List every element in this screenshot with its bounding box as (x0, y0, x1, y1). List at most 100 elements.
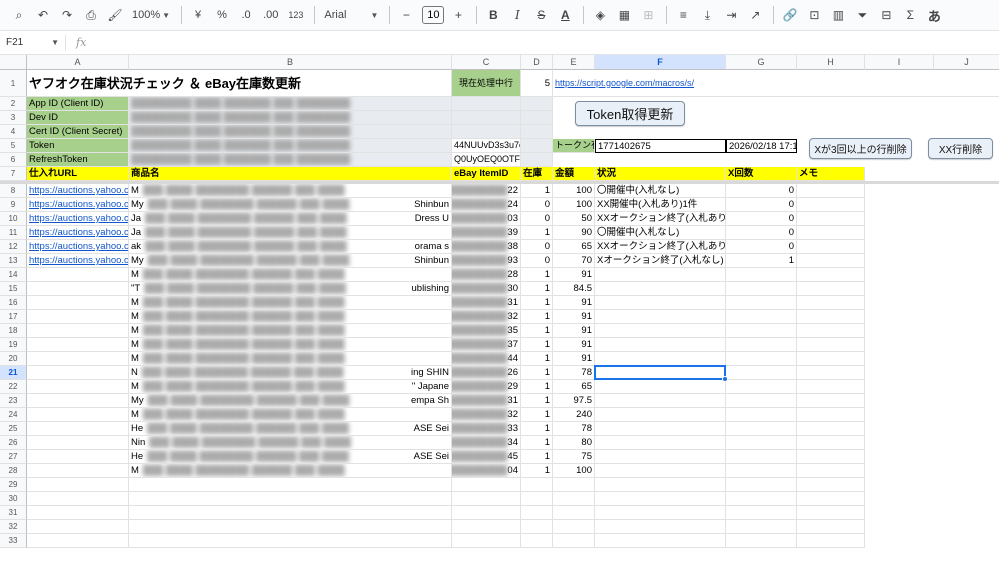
table-cell-memo[interactable] (797, 282, 865, 296)
table-cell-memo[interactable] (797, 184, 865, 198)
table-cell-url[interactable]: https://auctions.yahoo.co (27, 198, 129, 212)
table-cell-stock[interactable]: 1 (521, 422, 553, 436)
row-header-4[interactable]: 4 (0, 125, 27, 139)
table-cell-url[interactable]: https://auctions.yahoo.co (27, 184, 129, 198)
bold-button[interactable]: B (482, 4, 504, 26)
row-header-17[interactable]: 17 (0, 310, 27, 324)
row-header-5[interactable]: 5 (0, 139, 27, 153)
undo-icon[interactable]: ↶ (32, 4, 54, 26)
credential-value[interactable]: █████████ ████ ███████ ███ ████████ (129, 125, 452, 139)
table-cell-price[interactable]: 100 (553, 184, 595, 198)
credential-value-cont[interactable] (521, 111, 553, 125)
table-cell-memo[interactable] (797, 240, 865, 254)
credential-label[interactable]: App ID (Client ID) (27, 97, 129, 111)
insert-chart-icon[interactable]: ▥ (827, 4, 849, 26)
table-cell-status[interactable] (595, 296, 726, 310)
insert-comment-icon[interactable]: ⊡ (803, 4, 825, 26)
empty-cell[interactable] (595, 478, 726, 492)
table-cell-status[interactable] (595, 450, 726, 464)
delete-xx-rows-button[interactable]: XX行削除 (928, 138, 993, 159)
table-cell-stock[interactable]: 1 (521, 408, 553, 422)
table-cell-price[interactable]: 78 (553, 422, 595, 436)
table-cell-itemid[interactable]: ██████████04 (452, 464, 521, 478)
table-cell-memo[interactable] (797, 310, 865, 324)
table-cell-stock[interactable]: 0 (521, 254, 553, 268)
table-cell-xcount[interactable] (726, 422, 797, 436)
table-cell-itemid[interactable]: ██████████93 (452, 254, 521, 268)
table-cell-memo[interactable] (797, 226, 865, 240)
table-cell-itemid[interactable]: ██████████26 (452, 366, 521, 380)
table-cell-price[interactable]: 91 (553, 324, 595, 338)
column-header-i[interactable]: I (865, 55, 934, 70)
table-cell-xcount[interactable] (726, 408, 797, 422)
table-cell-name[interactable]: My ███ ████ ████████ ██████ ███ ████ Shinb… (129, 254, 452, 268)
table-cell-itemid[interactable]: ██████████37 (452, 338, 521, 352)
table-cell-memo[interactable] (797, 338, 865, 352)
row-header-16[interactable]: 16 (0, 296, 27, 310)
italic-button[interactable]: I (506, 4, 528, 26)
table-cell-itemid[interactable]: ██████████03 (452, 212, 521, 226)
table-cell-price[interactable]: 50 (553, 212, 595, 226)
table-cell-itemid[interactable]: ██████████44 (452, 352, 521, 366)
empty-cell[interactable] (27, 534, 129, 548)
table-cell-stock[interactable]: 1 (521, 226, 553, 240)
table-cell-url[interactable] (27, 282, 129, 296)
credential-value-cont[interactable] (521, 97, 553, 111)
row-header-8[interactable]: 8 (0, 184, 27, 198)
empty-cell[interactable] (452, 492, 521, 506)
token-period-value[interactable]: 1771402675 (595, 139, 726, 153)
table-cell-memo[interactable] (797, 408, 865, 422)
table-cell-stock[interactable]: 1 (521, 268, 553, 282)
table-cell-url[interactable] (27, 366, 129, 380)
table-cell-name[interactable]: "T ███ ████ ████████ ██████ ███ ████ ublis… (129, 282, 452, 296)
table-cell-url[interactable] (27, 324, 129, 338)
credential-value[interactable]: █████████ ████ ███████ ███ ████████ (129, 139, 452, 153)
row-header-7[interactable]: 7 (0, 167, 27, 181)
column-header-e[interactable]: E (553, 55, 595, 70)
table-cell-name[interactable]: Ja ███ ████ ████████ ██████ ███ ████ (129, 226, 452, 240)
table-cell-stock[interactable]: 0 (521, 212, 553, 226)
table-cell-url[interactable] (27, 296, 129, 310)
table-cell-url[interactable] (27, 408, 129, 422)
table-cell-name[interactable]: M ███ ████ ████████ ██████ ███ ████ (129, 352, 452, 366)
empty-cell[interactable] (797, 534, 865, 548)
table-cell-stock[interactable]: 0 (521, 198, 553, 212)
table-cell-status[interactable]: XX開催中(入札あり)1件 (595, 198, 726, 212)
empty-cell[interactable] (129, 478, 452, 492)
column-heading-status[interactable]: 状況 (595, 167, 726, 181)
table-cell-itemid[interactable]: ██████████31 (452, 296, 521, 310)
token-date[interactable]: 2026/02/18 17:17 (726, 139, 797, 153)
borders-icon[interactable]: ▦ (613, 4, 635, 26)
table-cell-itemid[interactable]: ██████████30 (452, 282, 521, 296)
refresh-cont[interactable] (521, 153, 553, 167)
table-cell-name[interactable]: M ███ ████ ████████ ██████ ███ ████ (129, 310, 452, 324)
table-cell-status[interactable]: 〇開催中(入札なし) (595, 226, 726, 240)
row-header-25[interactable]: 25 (0, 422, 27, 436)
table-cell-xcount[interactable] (726, 380, 797, 394)
table-cell-status[interactable] (595, 268, 726, 282)
table-cell-status[interactable] (595, 422, 726, 436)
row-header-2[interactable]: 2 (0, 97, 27, 111)
table-cell-status[interactable] (595, 408, 726, 422)
table-cell-memo[interactable] (797, 464, 865, 478)
table-cell-url[interactable] (27, 338, 129, 352)
row-header-19[interactable]: 19 (0, 338, 27, 352)
row-header-14[interactable]: 14 (0, 268, 27, 282)
table-cell-xcount[interactable] (726, 310, 797, 324)
row-header-21[interactable]: 21 (0, 366, 27, 380)
table-cell-price[interactable]: 65 (553, 380, 595, 394)
more-formats-button[interactable]: 123 (284, 4, 307, 26)
zoom-select[interactable]: 100% ▼ (128, 4, 174, 26)
row-header-29[interactable]: 29 (0, 478, 27, 492)
empty-cell[interactable] (726, 520, 797, 534)
table-cell-price[interactable]: 65 (553, 240, 595, 254)
table-cell-stock[interactable]: 1 (521, 324, 553, 338)
strikethrough-button[interactable]: S (530, 4, 552, 26)
table-cell-memo[interactable] (797, 394, 865, 408)
row-header-11[interactable]: 11 (0, 226, 27, 240)
table-cell-url[interactable] (27, 268, 129, 282)
credential-value-cont[interactable] (452, 125, 521, 139)
column-header-d[interactable]: D (521, 55, 553, 70)
insert-link-icon[interactable]: 🔗 (779, 4, 801, 26)
spreadsheet-grid[interactable]: A B C D E F G H I J 1 2 3 4 5 6 7 8 9 10 11 12 13 14 15 16 17 18 19 2… (0, 55, 999, 565)
